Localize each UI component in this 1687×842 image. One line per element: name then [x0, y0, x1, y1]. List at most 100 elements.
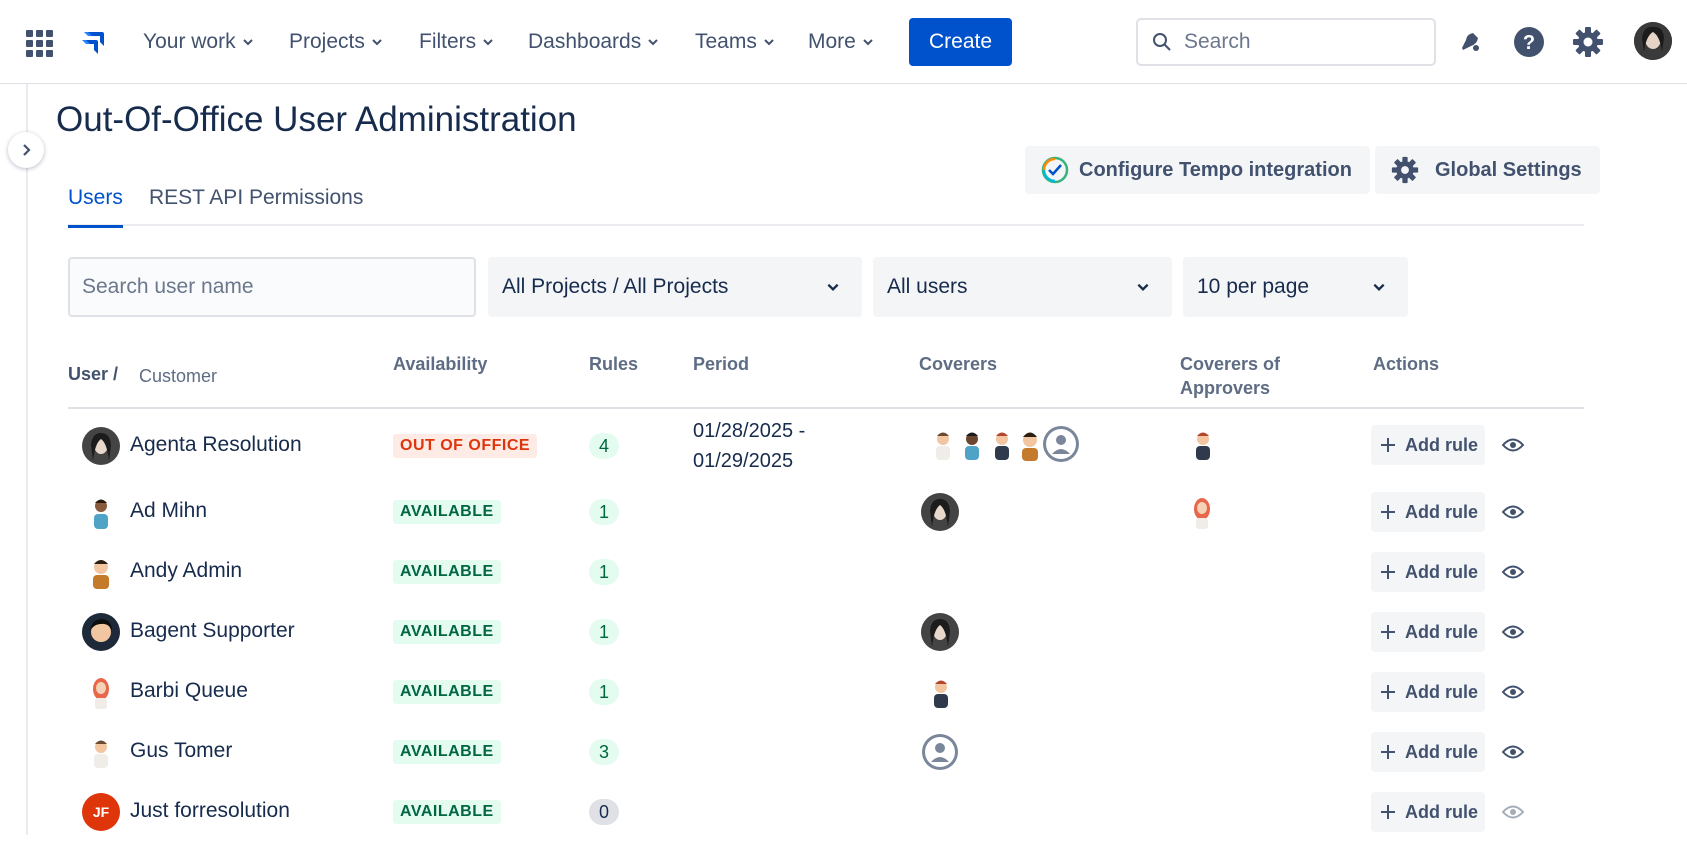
app-switcher-icon[interactable] [26, 30, 53, 57]
chevron-down-icon [1137, 283, 1149, 291]
status-badge: AVAILABLE [393, 680, 501, 704]
rules-count: 1 [589, 619, 619, 645]
view-eye-icon[interactable] [1498, 497, 1528, 527]
nav-dashboards[interactable]: Dashboards [528, 26, 659, 58]
coverer-avatar[interactable] [921, 613, 959, 651]
avatar[interactable] [82, 427, 120, 465]
approver-coverer-avatar[interactable] [1183, 425, 1221, 463]
global-settings-label: Global Settings [1435, 158, 1582, 181]
view-eye-icon[interactable] [1498, 617, 1528, 647]
coverer-default-avatar[interactable] [921, 733, 959, 771]
user-name[interactable]: Gus Tomer [130, 739, 232, 763]
projects-select[interactable]: All Projects / All Projects [488, 257, 862, 317]
user-name[interactable]: Barbi Queue [130, 679, 248, 703]
settings-gear-icon[interactable] [1570, 24, 1606, 60]
notifications-icon[interactable] [1452, 24, 1488, 60]
coverer-avatar[interactable] [921, 493, 959, 531]
plus-icon [1381, 505, 1395, 519]
chevron-down-icon [483, 39, 493, 46]
coverer-avatar[interactable] [921, 673, 959, 711]
chevron-down-icon [372, 39, 382, 46]
user-search-placeholder: Search user name [82, 275, 254, 298]
period-start: 01/28/2025 - [693, 420, 806, 442]
tempo-check-icon [1041, 156, 1069, 184]
header-coverers: Coverers [919, 354, 998, 374]
view-eye-icon[interactable] [1498, 430, 1528, 460]
tab-users[interactable]: Users [68, 186, 123, 228]
add-rule-button[interactable]: Add rule [1371, 612, 1485, 652]
expand-sidebar-button[interactable] [8, 132, 44, 168]
avatar-initials[interactable]: JF [82, 793, 120, 831]
table-row: Ad Mihn AVAILABLE 1 Add rule [68, 482, 1584, 542]
header-availability: Availability [393, 354, 488, 374]
sidebar-divider [26, 84, 28, 835]
user-name[interactable]: Andy Admin [130, 559, 242, 583]
help-icon[interactable]: ? [1511, 24, 1547, 60]
add-rule-button[interactable]: Add rule [1371, 732, 1485, 772]
user-name[interactable]: Agenta Resolution [130, 433, 302, 457]
table-row: Barbi Queue AVAILABLE 1 Add rule [68, 662, 1584, 722]
add-rule-button[interactable]: Add rule [1371, 552, 1485, 592]
view-eye-icon[interactable] [1498, 797, 1528, 827]
add-rule-button[interactable]: Add rule [1371, 672, 1485, 712]
projects-select-value: All Projects / All Projects [502, 275, 729, 298]
user-name[interactable]: Ad Mihn [130, 499, 207, 523]
nav-more[interactable]: More [808, 26, 874, 58]
avatar[interactable] [82, 673, 120, 711]
add-rule-label: Add rule [1405, 434, 1479, 455]
status-badge: AVAILABLE [393, 620, 501, 644]
approver-coverer-avatar[interactable] [1183, 493, 1221, 531]
header-rules: Rules [589, 354, 639, 374]
avatar[interactable] [82, 613, 120, 651]
table-row: Agenta Resolution OUT OF OFFICE 4 01/28/… [68, 416, 1584, 476]
nav-filters[interactable]: Filters [419, 26, 494, 58]
user-name[interactable]: Just forresolution [130, 799, 290, 823]
view-eye-icon[interactable] [1498, 737, 1528, 767]
nav-teams[interactable]: Teams [695, 26, 775, 58]
chevron-right-icon [23, 144, 31, 156]
view-eye-icon[interactable] [1498, 677, 1528, 707]
avatar[interactable] [82, 733, 120, 771]
status-badge: AVAILABLE [393, 560, 501, 584]
jira-logo-icon[interactable] [76, 26, 108, 58]
user-search-input[interactable]: Search user name [68, 257, 476, 317]
plus-icon [1381, 438, 1395, 452]
add-rule-button[interactable]: Add rule [1371, 792, 1485, 832]
top-navigation: Your work Projects Filters Dashboards Te… [0, 0, 1687, 84]
search-icon [1153, 33, 1171, 51]
table-row: Gus Tomer AVAILABLE 3 Add rule [68, 722, 1584, 782]
avatar[interactable] [82, 553, 120, 591]
add-rule-label: Add rule [1405, 561, 1479, 582]
users-select[interactable]: All users [873, 257, 1172, 317]
per-page-select[interactable]: 10 per page [1183, 257, 1408, 317]
avatar[interactable] [82, 493, 120, 531]
chevron-down-icon [764, 39, 774, 46]
view-eye-icon[interactable] [1498, 557, 1528, 587]
global-search-input[interactable] [1184, 30, 1404, 54]
header-customer[interactable]: Customer [139, 364, 217, 388]
header-user[interactable]: User / [68, 362, 118, 386]
per-page-select-value: 10 per page [1197, 275, 1310, 298]
status-badge: AVAILABLE [393, 500, 501, 524]
header-actions: Actions [1373, 354, 1440, 374]
nav-projects[interactable]: Projects [289, 26, 383, 58]
plus-icon [1381, 805, 1395, 819]
table-row: Andy Admin AVAILABLE 1 Add rule [68, 542, 1584, 602]
profile-avatar[interactable] [1634, 22, 1672, 60]
rules-count: 3 [589, 739, 619, 765]
coverer-default-avatar[interactable] [1042, 425, 1080, 463]
chevron-down-icon [863, 39, 873, 46]
svg-text:?: ? [1523, 32, 1535, 54]
global-search[interactable] [1136, 18, 1436, 66]
user-name[interactable]: Bagent Supporter [130, 619, 295, 643]
rules-count: 0 [589, 799, 619, 825]
nav-your-work[interactable]: Your work [143, 26, 254, 58]
create-button[interactable]: Create [909, 18, 1012, 66]
table-row: JF Just forresolution AVAILABLE 0 Add ru… [68, 782, 1584, 842]
add-rule-button[interactable]: Add rule [1371, 425, 1485, 465]
header-period: Period [693, 354, 750, 374]
status-badge: OUT OF OFFICE [393, 434, 538, 458]
tab-rest-api-permissions[interactable]: REST API Permissions [149, 186, 363, 226]
add-rule-label: Add rule [1405, 501, 1479, 522]
add-rule-button[interactable]: Add rule [1371, 492, 1485, 532]
